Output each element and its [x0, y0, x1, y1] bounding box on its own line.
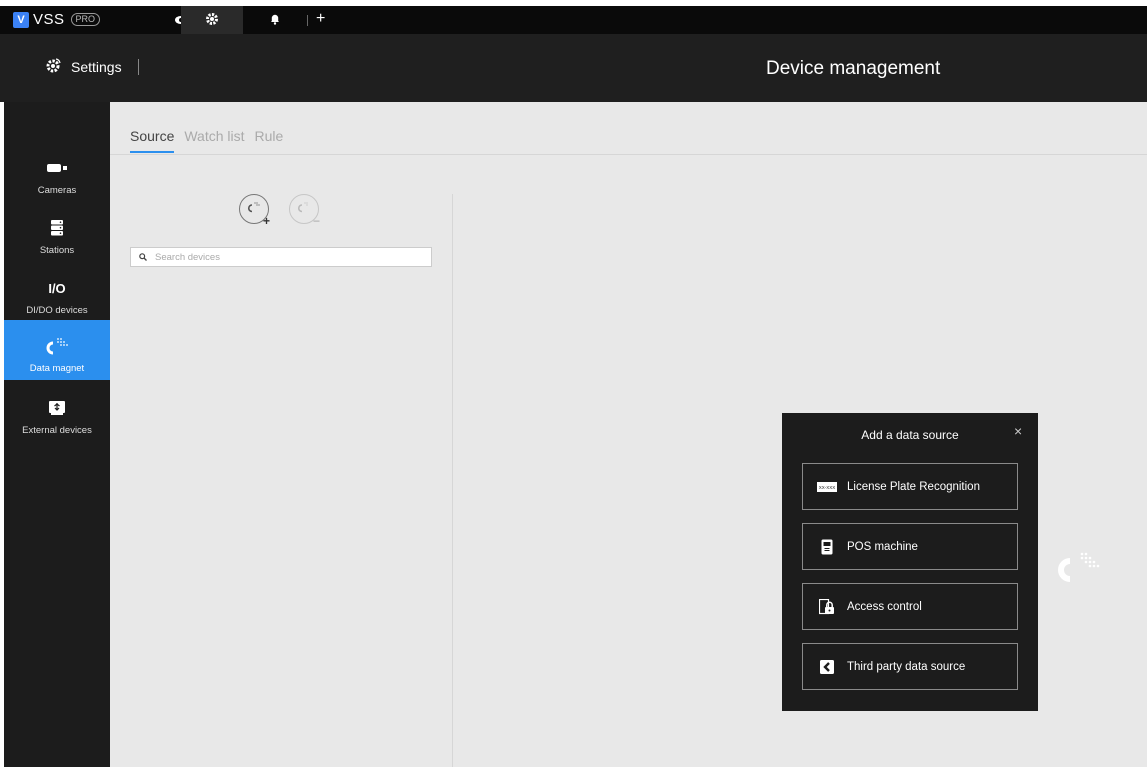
add-source-button[interactable]: + [239, 194, 270, 228]
remove-source-button[interactable]: − [289, 194, 320, 228]
third-party-icon [817, 659, 837, 674]
tab-divider [307, 15, 308, 26]
page-header: Settings Device management [0, 34, 1147, 102]
option-access-control[interactable]: Access control [802, 583, 1018, 630]
tab-rule[interactable]: Rule [255, 128, 284, 153]
server-icon [51, 219, 63, 237]
io-icon: I/O [48, 280, 66, 296]
brand-mark: V [13, 11, 29, 28]
search-icon [139, 248, 147, 266]
gear-icon [205, 12, 219, 29]
magnet-icon [246, 200, 262, 218]
svg-text:XX-XXX: XX-XXX [819, 485, 836, 490]
sidebar-item-label: External devices [22, 425, 92, 436]
settings-label: Settings [71, 58, 122, 75]
sidebar-item-data-magnet[interactable]: Data magnet [4, 320, 110, 380]
minus-icon: − [312, 214, 320, 228]
dialog-title: Add a data source [861, 428, 959, 442]
option-label: Third party data source [847, 660, 966, 673]
option-label: License Plate Recognition [847, 480, 980, 493]
top-bar: V VSS PRO + [0, 0, 1147, 34]
magnet-icon [296, 200, 312, 218]
sidebar-item-label: DI/DO devices [26, 305, 88, 316]
sidebar-item-label: Cameras [37, 185, 77, 196]
tab-source[interactable]: Source [130, 128, 175, 153]
license-plate-icon: XX-XXX [817, 481, 837, 492]
page-title: Device management [766, 58, 941, 79]
header-divider [137, 58, 139, 75]
tabs-divider [110, 154, 1147, 155]
camera-icon [47, 159, 67, 177]
settings-gear-icon [45, 56, 63, 77]
panel-divider [452, 194, 453, 767]
option-license-plate-recognition[interactable]: XX-XXX License Plate Recognition [802, 463, 1018, 510]
source-tabs: Source Watch list Rule [130, 128, 283, 153]
close-icon[interactable]: × [1014, 423, 1022, 439]
pos-icon [817, 539, 837, 555]
usb-device-icon [49, 399, 65, 417]
tab-settings[interactable] [181, 6, 243, 34]
add-data-source-dialog: Add a data source × XX-XXX License Plate… [782, 413, 1038, 711]
option-third-party-data-source[interactable]: Third party data source [802, 643, 1018, 690]
option-pos-machine[interactable]: POS machine [802, 523, 1018, 570]
sidebar-item-stations[interactable]: Stations [4, 202, 110, 262]
bell-icon [269, 13, 281, 28]
sidebar-item-label: Data magnet [29, 363, 85, 374]
lock-icon [817, 598, 837, 615]
sidebar-item-cameras[interactable]: Cameras [4, 142, 110, 202]
tab-watch-list[interactable]: Watch list [184, 128, 244, 153]
brand-badge: PRO [70, 13, 101, 26]
brand-text: VSS [33, 11, 65, 28]
sidebar-item-external-devices[interactable]: External devices [4, 382, 110, 442]
magnet-icon [44, 337, 70, 355]
search-box [130, 247, 432, 267]
add-tab-button[interactable]: + [316, 10, 325, 28]
option-label: Access control [847, 600, 922, 613]
plus-icon: + [262, 214, 270, 228]
sidebar-item-dido-devices[interactable]: I/O DI/DO devices [4, 262, 110, 322]
data-magnet-placeholder-icon [1054, 548, 1108, 589]
search-input[interactable] [155, 251, 405, 263]
brand-logo: V VSS PRO [13, 11, 101, 28]
sidebar: Cameras Stations I/O DI/DO devices Data … [4, 102, 110, 767]
option-label: POS machine [847, 540, 918, 553]
sidebar-item-label: Stations [39, 245, 75, 256]
tab-notifications[interactable] [244, 6, 306, 34]
settings-header: Settings [45, 56, 139, 77]
